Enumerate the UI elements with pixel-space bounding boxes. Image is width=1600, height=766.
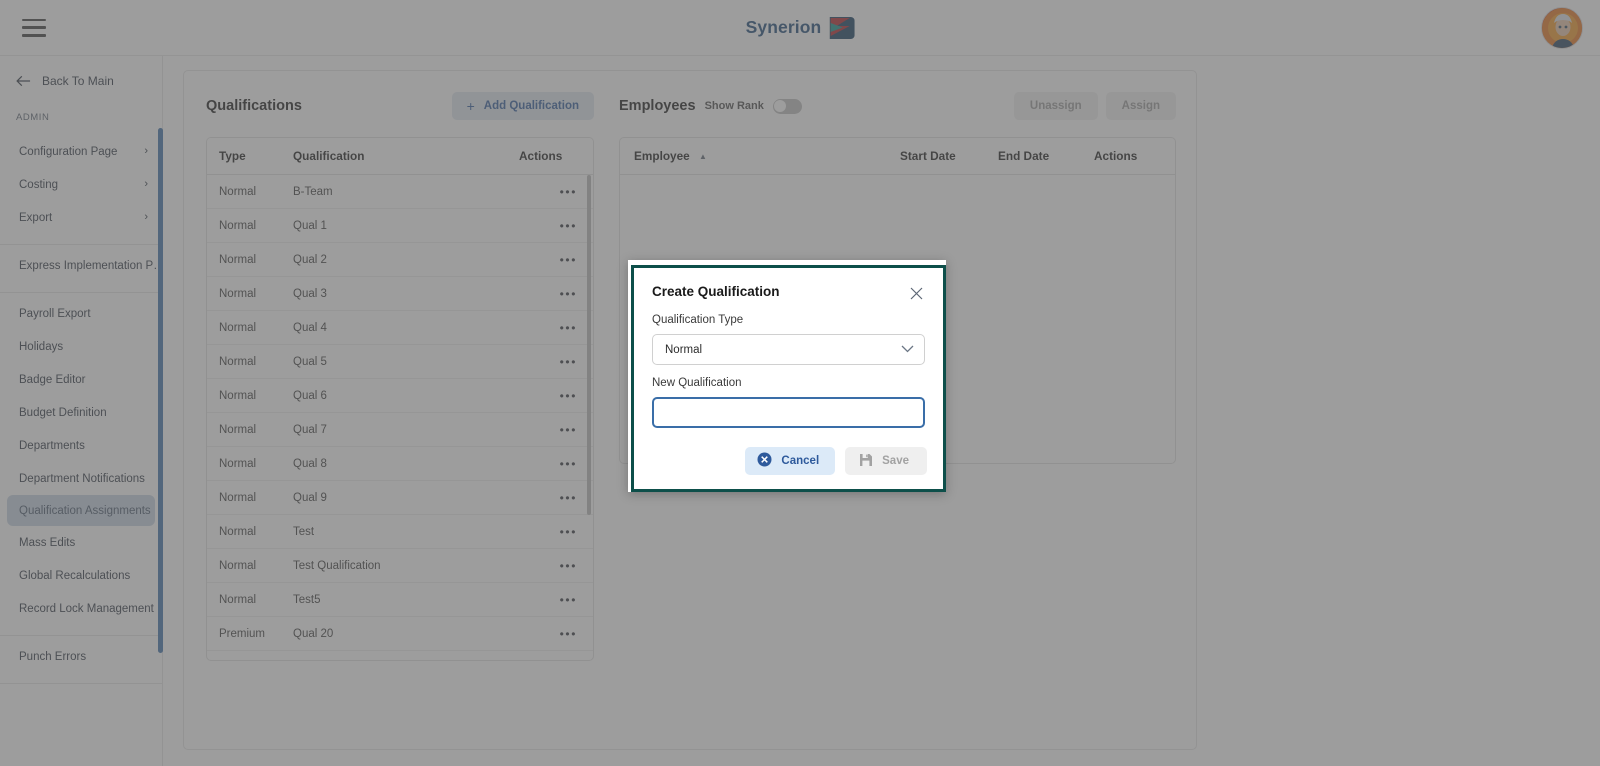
save-disk-glyph-icon xyxy=(860,453,873,466)
close-icon[interactable] xyxy=(907,284,925,302)
qualification-type-value: Normal xyxy=(665,343,703,356)
new-qualification-input[interactable] xyxy=(652,397,925,428)
dialog-header: Create Qualification xyxy=(652,284,925,302)
close-glyph-icon xyxy=(910,287,922,299)
qualification-type-select[interactable]: Normal xyxy=(652,334,925,365)
dialog-footer: Cancel Save xyxy=(652,447,927,475)
cancel-circle-glyph-icon xyxy=(757,452,772,467)
dialog-focus-outline: Create Qualification Qualification Type … xyxy=(631,265,946,492)
cancel-button[interactable]: Cancel xyxy=(745,447,836,475)
save-label: Save xyxy=(882,455,909,467)
create-qualification-dialog: Create Qualification Qualification Type … xyxy=(628,260,946,492)
dialog-body: Create Qualification Qualification Type … xyxy=(634,268,943,489)
chevron-down-icon xyxy=(901,344,914,356)
cancel-circle-icon xyxy=(757,452,772,470)
save-button[interactable]: Save xyxy=(845,447,927,475)
new-qualification-label: New Qualification xyxy=(652,377,742,389)
qualification-type-label: Qualification Type xyxy=(652,314,744,326)
dialog-title: Create Qualification xyxy=(652,284,780,299)
chevron-down-glyph-icon xyxy=(901,345,914,352)
cancel-label: Cancel xyxy=(781,455,820,467)
save-disk-icon xyxy=(859,453,873,470)
